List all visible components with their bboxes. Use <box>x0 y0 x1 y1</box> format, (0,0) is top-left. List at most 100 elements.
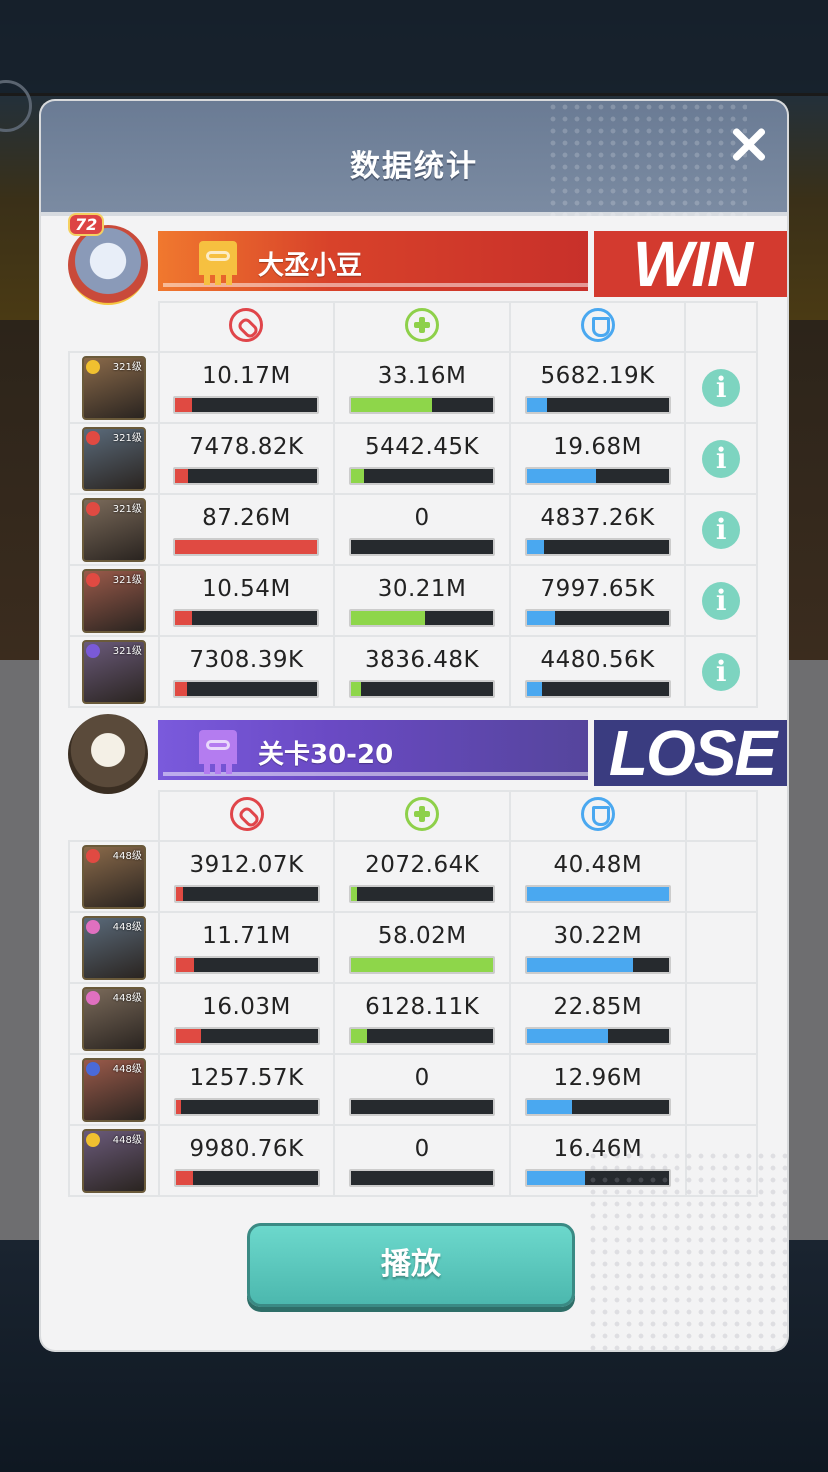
hero-level: 448级 <box>112 921 142 933</box>
info-icon[interactable]: i <box>702 581 741 620</box>
damage-bar-fill <box>175 886 183 901</box>
damage-bar-fill <box>175 539 318 554</box>
defense-value: 4480.56K <box>540 646 655 673</box>
shield-icon <box>580 797 615 831</box>
element-icon <box>85 572 100 587</box>
info-icon[interactable]: i <box>702 652 741 691</box>
player-avatar[interactable] <box>68 225 148 305</box>
hero-level: 321级 <box>112 503 142 515</box>
stats-table-team1: 321级 10.17M 33.16M 5682.19K i 321级 7478.82K 544… <box>68 301 758 708</box>
defense-bar-fill <box>526 539 544 554</box>
hero-row: 321级 7308.39K 3836.48K 4480.56K i <box>68 635 758 708</box>
heal-bar <box>349 395 496 414</box>
damage-value: 7478.82K <box>189 433 304 460</box>
damage-bar <box>173 395 320 414</box>
heal-value: 0 <box>414 1135 430 1162</box>
hero-portrait[interactable]: 448级 <box>81 986 146 1051</box>
defense-bar-fill <box>526 957 634 972</box>
heal-value: 3836.48K <box>364 646 480 673</box>
damage-bar-fill <box>175 681 187 696</box>
damage-bar <box>173 1026 320 1045</box>
stats-table-team2: 448级 3912.07K 2072.64K 40.48M 448级 11.71M 58.0… <box>68 790 759 1197</box>
damage-bar <box>173 537 320 556</box>
hero-row: 321级 87.26M 0 4837.26K i <box>68 493 758 566</box>
damage-bar <box>173 884 320 903</box>
hero-portrait[interactable]: 321级 <box>81 639 146 704</box>
defense-bar-fill <box>526 1028 608 1043</box>
hero-level: 321级 <box>112 361 142 373</box>
damage-value: 9980.76K <box>189 1135 304 1162</box>
damage-value: 1257.57K <box>189 1064 304 1091</box>
damage-value: 10.17M <box>202 362 291 389</box>
element-icon <box>85 1061 100 1076</box>
damage-bar-fill <box>175 1099 182 1114</box>
heal-value: 30.21M <box>377 575 467 602</box>
heal-value: 6128.11K <box>365 993 480 1020</box>
background-top-bar <box>0 0 828 96</box>
hero-row: 448级 3912.07K 2072.64K 40.48M <box>68 840 759 913</box>
defense-value: 30.22M <box>553 922 643 949</box>
heal-bar-fill <box>351 397 432 412</box>
hero-portrait[interactable]: 448级 <box>81 1057 146 1122</box>
heal-bar <box>349 1026 496 1045</box>
defense-bar <box>524 679 671 698</box>
element-icon <box>85 430 100 445</box>
hero-portrait[interactable]: 448级 <box>81 1128 146 1193</box>
defense-value: 40.48M <box>553 851 643 878</box>
heal-bar-fill <box>351 681 361 696</box>
heal-bar <box>349 466 496 485</box>
heal-value: 0 <box>414 504 430 531</box>
damage-bar-fill <box>175 397 193 412</box>
element-icon <box>85 501 100 516</box>
hero-portrait[interactable]: 321级 <box>81 568 146 633</box>
corner-pattern <box>587 1150 787 1350</box>
hero-row: 321级 7478.82K 5442.45K 19.68M i <box>68 422 758 495</box>
defense-bar-fill <box>526 886 669 901</box>
defense-bar <box>524 955 671 974</box>
info-icon[interactable]: i <box>702 368 741 407</box>
defense-value: 4837.26K <box>540 504 655 531</box>
heal-value: 2072.64K <box>365 851 480 878</box>
info-icon[interactable]: i <box>702 510 741 549</box>
info-icon[interactable]: i <box>702 439 741 478</box>
defense-bar <box>524 1026 671 1045</box>
hero-portrait[interactable]: 321级 <box>81 497 146 562</box>
element-icon <box>85 359 100 374</box>
heal-bar <box>349 679 496 698</box>
heal-bar-fill <box>351 610 425 625</box>
hero-level: 448级 <box>112 1134 142 1146</box>
hero-portrait[interactable]: 448级 <box>81 915 146 980</box>
stat-icons-row <box>69 790 759 842</box>
defense-bar <box>524 1097 671 1116</box>
defense-bar <box>524 537 671 556</box>
hero-level: 448级 <box>112 992 142 1004</box>
damage-value: 3912.07K <box>189 851 304 878</box>
close-icon[interactable] <box>724 121 774 171</box>
heal-icon <box>405 797 440 831</box>
heal-bar <box>349 1168 496 1187</box>
hero-portrait[interactable]: 321级 <box>81 426 146 491</box>
damage-bar-fill <box>175 957 194 972</box>
element-icon <box>85 919 100 934</box>
stats-panel: 数据统计 72 大丞小豆 WIN 321级 10.17M 33.16M 5682.19… <box>41 101 787 1350</box>
element-icon <box>85 1132 100 1147</box>
team-flag-icon <box>193 726 243 774</box>
heal-icon <box>405 308 440 342</box>
hero-portrait[interactable]: 448级 <box>81 844 146 909</box>
damage-bar <box>173 1097 320 1116</box>
enemy-avatar[interactable] <box>68 714 148 794</box>
team-flag-icon <box>193 237 243 285</box>
damage-bar <box>173 1168 320 1187</box>
defense-bar-fill <box>526 1170 586 1185</box>
defense-bar-fill <box>526 468 597 483</box>
play-button[interactable]: 播放 <box>247 1223 575 1307</box>
heal-bar <box>349 608 496 627</box>
element-icon <box>85 848 100 863</box>
defense-bar-fill <box>526 397 547 412</box>
hero-portrait[interactable]: 321级 <box>81 355 146 420</box>
defense-value: 12.96M <box>553 1064 643 1091</box>
player-level-badge: 72 <box>68 213 105 236</box>
team-name: 大丞小豆 <box>258 251 363 281</box>
panel-title: 数据统计 <box>350 149 478 184</box>
defense-value: 19.68M <box>553 433 642 460</box>
